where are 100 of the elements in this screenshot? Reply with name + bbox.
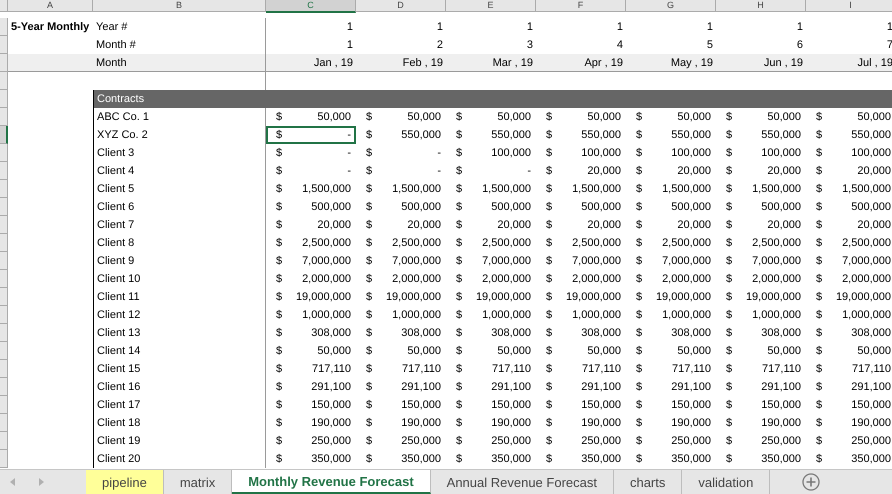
amount-cell[interactable]: $ 308,000: [356, 324, 446, 342]
sheet-tab[interactable]: Annual Revenue Forecast: [430, 470, 614, 494]
row-header[interactable]: [0, 324, 8, 342]
amount-cell[interactable]: $ 50,000: [536, 342, 626, 360]
amount-cell[interactable]: $ 717,110: [626, 360, 716, 378]
amount-cell[interactable]: $ 250,000: [356, 432, 446, 450]
row-header[interactable]: [0, 108, 8, 126]
row-header[interactable]: [0, 288, 8, 306]
column-header[interactable]: C: [266, 0, 356, 13]
amount-cell[interactable]: $ 100,000: [806, 144, 892, 162]
amount-cell[interactable]: $ 50,000: [356, 342, 446, 360]
amount-cell[interactable]: $ 20,000: [266, 216, 356, 234]
amount-cell[interactable]: $ 1,500,000: [716, 180, 806, 198]
amount-cell[interactable]: $ 717,110: [716, 360, 806, 378]
amount-cell[interactable]: $ 190,000: [266, 414, 356, 432]
amount-cell[interactable]: $ 500,000: [446, 198, 536, 216]
amount-cell[interactable]: $ 1,000,000: [536, 306, 626, 324]
amount-cell[interactable]: $ 350,000: [356, 450, 446, 468]
amount-cell[interactable]: $ -: [356, 162, 446, 180]
amount-cell[interactable]: $ 500,000: [716, 198, 806, 216]
amount-cell[interactable]: $ 20,000: [536, 162, 626, 180]
row-header[interactable]: [0, 306, 8, 324]
amount-cell[interactable]: $ 350,000: [806, 450, 892, 468]
amount-cell[interactable]: $ 7,000,000: [806, 252, 892, 270]
amount-cell[interactable]: $ -: [446, 162, 536, 180]
amount-cell[interactable]: $ 2,500,000: [626, 234, 716, 252]
amount-cell[interactable]: $ 291,100: [806, 378, 892, 396]
amount-cell[interactable]: $ 250,000: [806, 432, 892, 450]
amount-cell[interactable]: $ 190,000: [626, 414, 716, 432]
amount-cell[interactable]: $ -: [356, 144, 446, 162]
amount-cell[interactable]: $ 150,000: [536, 396, 626, 414]
amount-cell[interactable]: $ 190,000: [536, 414, 626, 432]
amount-cell[interactable]: $ 2,000,000: [626, 270, 716, 288]
amount-cell[interactable]: $ 308,000: [266, 324, 356, 342]
amount-cell[interactable]: $ 20,000: [806, 162, 892, 180]
column-header[interactable]: I: [806, 0, 892, 12]
row-header[interactable]: [0, 360, 8, 378]
amount-cell[interactable]: $ 550,000: [626, 126, 716, 144]
amount-cell[interactable]: $ 190,000: [356, 414, 446, 432]
amount-cell[interactable]: $ 550,000: [356, 126, 446, 144]
amount-cell[interactable]: $ 717,110: [266, 360, 356, 378]
amount-cell[interactable]: $ 2,000,000: [716, 270, 806, 288]
amount-cell[interactable]: $ 7,000,000: [446, 252, 536, 270]
amount-cell[interactable]: $ 550,000: [446, 126, 536, 144]
amount-cell[interactable]: $ 19,000,000: [536, 288, 626, 306]
scroll-left-icon[interactable]: [10, 478, 16, 486]
amount-cell[interactable]: $ 350,000: [716, 450, 806, 468]
amount-cell[interactable]: $ 7,000,000: [626, 252, 716, 270]
amount-cell[interactable]: $ 1,500,000: [446, 180, 536, 198]
amount-cell[interactable]: $ 50,000: [716, 342, 806, 360]
row-header[interactable]: [0, 18, 8, 36]
amount-cell[interactable]: $ 20,000: [536, 216, 626, 234]
amount-cell[interactable]: $ 2,500,000: [266, 234, 356, 252]
amount-cell[interactable]: $ 19,000,000: [266, 288, 356, 306]
amount-cell[interactable]: $ 500,000: [266, 198, 356, 216]
amount-cell[interactable]: $ 1,500,000: [806, 180, 892, 198]
row-header[interactable]: [0, 126, 8, 144]
amount-cell[interactable]: $ 50,000: [536, 108, 626, 126]
amount-cell[interactable]: $ -: [266, 162, 356, 180]
amount-cell[interactable]: $ 350,000: [446, 450, 536, 468]
amount-cell[interactable]: $ 308,000: [806, 324, 892, 342]
column-header[interactable]: F: [536, 0, 626, 12]
amount-cell[interactable]: $ 308,000: [536, 324, 626, 342]
amount-cell[interactable]: $ 20,000: [626, 216, 716, 234]
row-header[interactable]: [0, 270, 8, 288]
amount-cell[interactable]: $ 7,000,000: [716, 252, 806, 270]
amount-cell[interactable]: $ 291,100: [356, 378, 446, 396]
amount-cell[interactable]: $ 7,000,000: [536, 252, 626, 270]
amount-cell[interactable]: $ 100,000: [536, 144, 626, 162]
amount-cell[interactable]: $ 50,000: [266, 342, 356, 360]
amount-cell[interactable]: $ 250,000: [446, 432, 536, 450]
amount-cell[interactable]: $ 50,000: [806, 108, 892, 126]
amount-cell[interactable]: $ 190,000: [806, 414, 892, 432]
row-header[interactable]: [0, 198, 8, 216]
amount-cell[interactable]: $ 150,000: [446, 396, 536, 414]
amount-cell[interactable]: $ 7,000,000: [266, 252, 356, 270]
amount-cell[interactable]: $ 291,100: [626, 378, 716, 396]
amount-cell[interactable]: $ 2,500,000: [716, 234, 806, 252]
amount-cell[interactable]: $ 2,500,000: [806, 234, 892, 252]
amount-cell[interactable]: $ 550,000: [806, 126, 892, 144]
amount-cell[interactable]: $ 500,000: [536, 198, 626, 216]
amount-cell[interactable]: $ 2,000,000: [806, 270, 892, 288]
row-header[interactable]: [0, 90, 8, 108]
row-header[interactable]: [0, 414, 8, 432]
sheet-tab[interactable]: pipeline: [86, 470, 164, 494]
amount-cell[interactable]: $ 350,000: [266, 450, 356, 468]
selected-cell[interactable]: $ -: [266, 126, 356, 144]
row-header[interactable]: [0, 72, 8, 90]
amount-cell[interactable]: $ 1,000,000: [446, 306, 536, 324]
amount-cell[interactable]: $ 250,000: [626, 432, 716, 450]
amount-cell[interactable]: $ 150,000: [716, 396, 806, 414]
amount-cell[interactable]: $ 1,000,000: [626, 306, 716, 324]
amount-cell[interactable]: $ 2,000,000: [266, 270, 356, 288]
amount-cell[interactable]: $ 1,000,000: [356, 306, 446, 324]
amount-cell[interactable]: $ 150,000: [266, 396, 356, 414]
amount-cell[interactable]: $ 150,000: [626, 396, 716, 414]
amount-cell[interactable]: $ 50,000: [626, 108, 716, 126]
row-header[interactable]: [0, 162, 8, 180]
column-header[interactable]: A: [8, 0, 93, 12]
sheet-tab[interactable]: Monthly Revenue Forecast: [232, 470, 431, 494]
